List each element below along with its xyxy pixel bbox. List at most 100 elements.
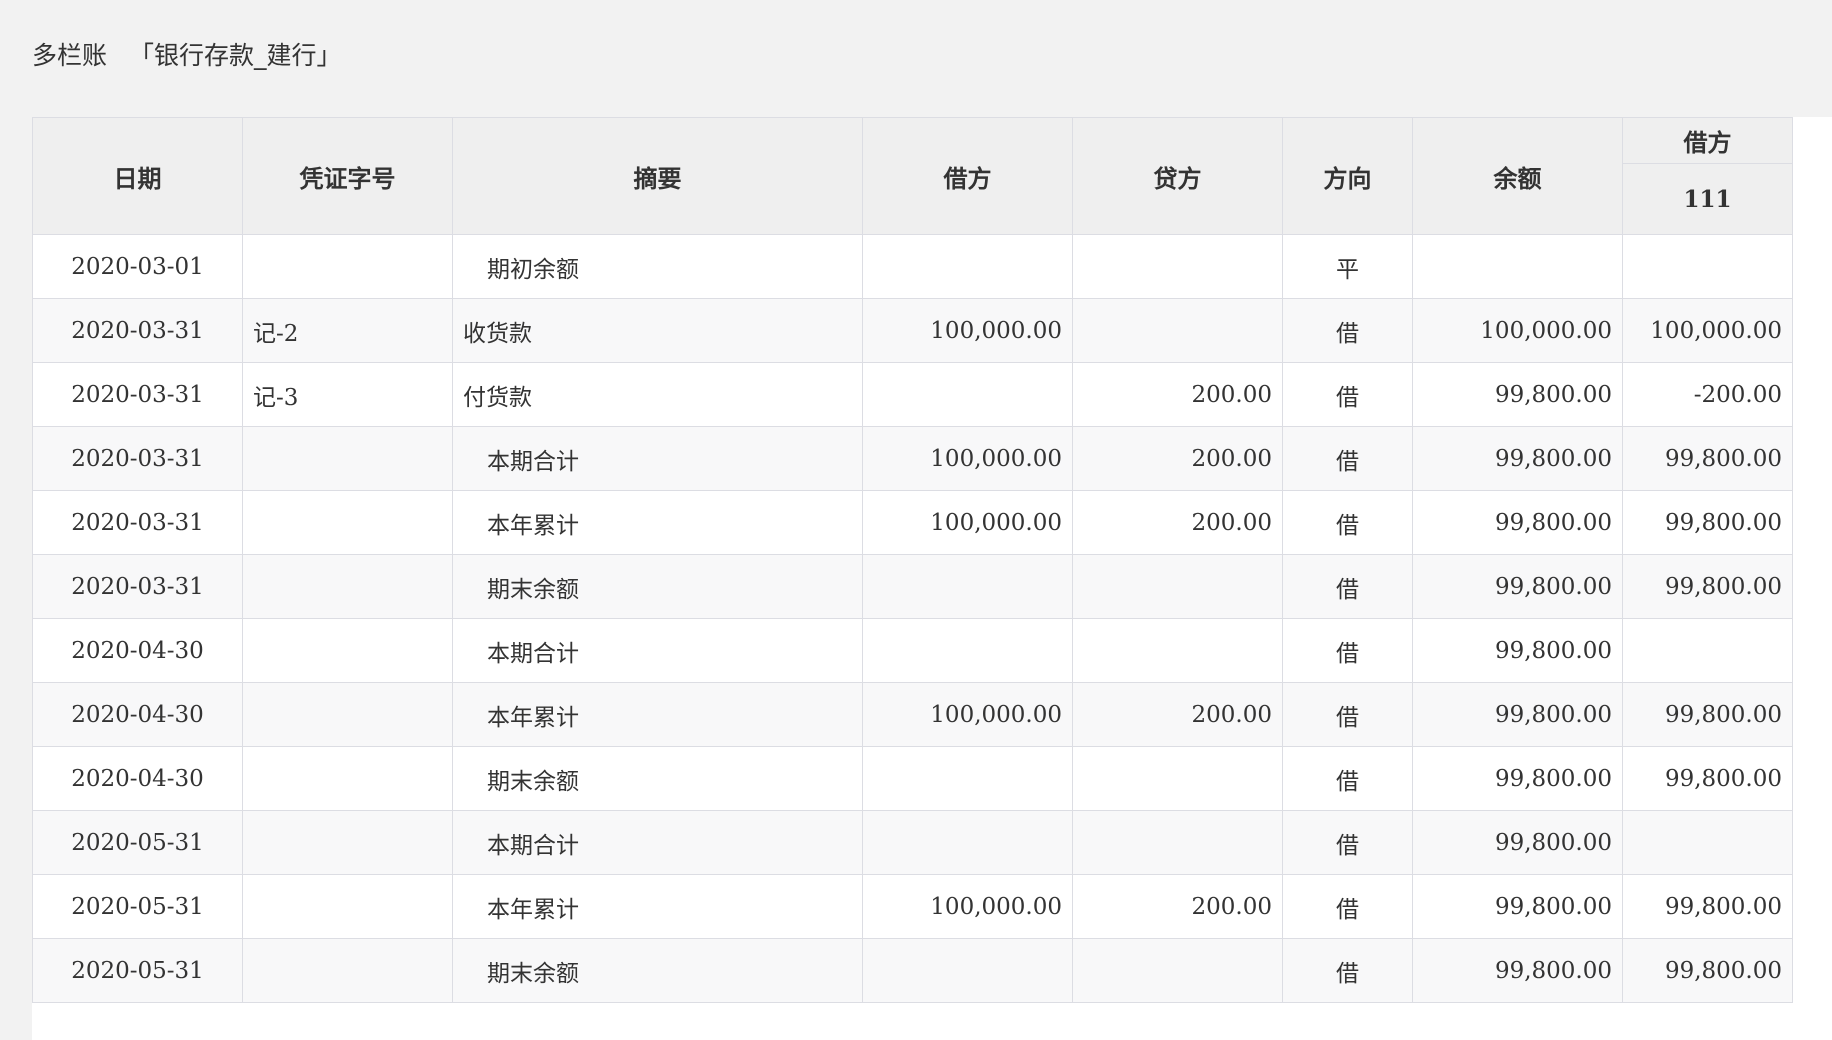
cell-111: -200.00 [1622, 362, 1793, 427]
cell-balance-text: 99,800.00 [1494, 573, 1612, 600]
table-row[interactable]: 2020-04-30 本期合计 借 99,800.00 [32, 618, 1793, 683]
cell-summary-text: 本年累计 [487, 896, 579, 923]
table-row[interactable]: 2020-05-31 期末余额 借 99,800.00 99,800.00 [32, 938, 1793, 1003]
cell-date: 2020-03-31 [32, 490, 243, 555]
cell-date-text: 2020-03-31 [71, 509, 204, 536]
table-row[interactable]: 2020-03-31 记-2 收货款 100,000.00 借 100,000.00 100… [32, 298, 1793, 363]
cell-summary: 期末余额 [452, 938, 863, 1003]
cell-credit [1072, 746, 1283, 811]
cell-balance-text: 99,800.00 [1494, 829, 1612, 856]
cell-date: 2020-03-01 [32, 234, 243, 299]
cell-date: 2020-05-31 [32, 874, 243, 939]
cell-direction: 借 [1282, 618, 1413, 683]
cell-111 [1622, 810, 1793, 875]
cell-balance: 99,800.00 [1412, 938, 1623, 1003]
cell-balance: 99,800.00 [1412, 490, 1623, 555]
cell-date: 2020-05-31 [32, 810, 243, 875]
cell-date-text: 2020-03-31 [71, 573, 204, 600]
cell-debit-text: 100,000.00 [930, 317, 1062, 344]
cell-111-text: 99,800.00 [1664, 957, 1782, 984]
table-row[interactable]: 2020-03-31 本期合计 100,000.00 200.00 借 99,800.00… [32, 426, 1793, 491]
col-group-header-debit[interactable]: 借方 [1622, 117, 1793, 164]
cell-balance-text: 99,800.00 [1494, 445, 1612, 472]
cell-date: 2020-05-31 [32, 938, 243, 1003]
cell-debit [862, 746, 1073, 811]
cell-balance-text: 99,800.00 [1494, 893, 1612, 920]
cell-debit: 100,000.00 [862, 298, 1073, 363]
cell-direction-text: 借 [1336, 832, 1359, 859]
cell-debit [862, 362, 1073, 427]
cell-voucher [242, 682, 453, 747]
cell-debit: 100,000.00 [862, 426, 1073, 491]
cell-credit: 200.00 [1072, 362, 1283, 427]
cell-direction-text: 借 [1336, 896, 1359, 923]
cell-balance-text: 99,800.00 [1494, 381, 1612, 408]
cell-voucher: 记-2 [242, 298, 453, 363]
col-header-summary[interactable]: 摘要 [452, 117, 863, 235]
cell-voucher [242, 490, 453, 555]
cell-summary-text: 本期合计 [487, 832, 579, 859]
cell-voucher-text: 记-2 [253, 320, 299, 347]
cell-summary: 本期合计 [452, 618, 863, 683]
cell-111 [1622, 234, 1793, 299]
cell-debit-text: 100,000.00 [930, 509, 1062, 536]
cell-balance: 100,000.00 [1412, 298, 1623, 363]
cell-debit-text: 100,000.00 [930, 893, 1062, 920]
cell-111-text: 99,800.00 [1664, 445, 1782, 472]
cell-direction-text: 借 [1336, 768, 1359, 795]
col-header-111[interactable]: 111 [1622, 163, 1793, 235]
table-row[interactable]: 2020-04-30 期末余额 借 99,800.00 99,800.00 [32, 746, 1793, 811]
cell-credit [1072, 234, 1283, 299]
cell-balance-text: 99,800.00 [1494, 701, 1612, 728]
cell-date-text: 2020-04-30 [71, 701, 204, 728]
cell-date-text: 2020-05-31 [71, 957, 204, 984]
cell-voucher [242, 554, 453, 619]
col-header-balance[interactable]: 余额 [1412, 117, 1623, 235]
col-header-voucher[interactable]: 凭证字号 [242, 117, 453, 235]
cell-direction-text: 借 [1336, 960, 1359, 987]
col-header-date[interactable]: 日期 [32, 117, 243, 235]
cell-debit-text: 100,000.00 [930, 701, 1062, 728]
cell-111: 99,800.00 [1622, 746, 1793, 811]
cell-direction-text: 借 [1336, 384, 1359, 411]
cell-direction: 借 [1282, 426, 1413, 491]
cell-date: 2020-04-30 [32, 682, 243, 747]
table-row[interactable]: 2020-03-01 期初余额 平 [32, 234, 1793, 299]
table-row[interactable]: 2020-03-31 本年累计 100,000.00 200.00 借 99,800.00… [32, 490, 1793, 555]
cell-direction: 借 [1282, 490, 1413, 555]
cell-direction-text: 借 [1336, 640, 1359, 667]
cell-balance-text: 99,800.00 [1494, 637, 1612, 664]
cell-date-text: 2020-04-30 [71, 637, 204, 664]
col-header-credit[interactable]: 贷方 [1072, 117, 1283, 235]
cell-111 [1622, 618, 1793, 683]
cell-credit: 200.00 [1072, 490, 1283, 555]
cell-summary-text: 期末余额 [487, 576, 579, 603]
table-row[interactable]: 2020-05-31 本期合计 借 99,800.00 [32, 810, 1793, 875]
table-row[interactable]: 2020-03-31 期末余额 借 99,800.00 99,800.00 [32, 554, 1793, 619]
cell-credit: 200.00 [1072, 682, 1283, 747]
cell-111: 99,800.00 [1622, 426, 1793, 491]
cell-direction: 借 [1282, 362, 1413, 427]
cell-111-text: -200.00 [1693, 381, 1782, 408]
table-row[interactable]: 2020-05-31 本年累计 100,000.00 200.00 借 99,800.00… [32, 874, 1793, 939]
cell-voucher [242, 618, 453, 683]
table-row[interactable]: 2020-04-30 本年累计 100,000.00 200.00 借 99,800.00… [32, 682, 1793, 747]
cell-date: 2020-03-31 [32, 298, 243, 363]
account-name: 「银行存款_建行」 [128, 41, 342, 70]
cell-summary: 期初余额 [452, 234, 863, 299]
col-header-debit[interactable]: 借方 [862, 117, 1073, 235]
cell-credit-text: 200.00 [1191, 701, 1272, 728]
cell-debit [862, 810, 1073, 875]
table-row[interactable]: 2020-03-31 记-3 付货款 200.00 借 99,800.00 -200.00 [32, 362, 1793, 427]
cell-balance-text: 100,000.00 [1480, 317, 1612, 344]
cell-direction-text: 借 [1336, 320, 1359, 347]
cell-debit: 100,000.00 [862, 490, 1073, 555]
cell-summary: 期末余额 [452, 554, 863, 619]
cell-111-text: 99,800.00 [1664, 893, 1782, 920]
cell-summary: 付货款 [452, 362, 863, 427]
cell-111: 99,800.00 [1622, 682, 1793, 747]
cell-direction-text: 借 [1336, 512, 1359, 539]
cell-date: 2020-04-30 [32, 746, 243, 811]
col-header-direction[interactable]: 方向 [1282, 117, 1413, 235]
cell-direction-text: 平 [1336, 256, 1359, 283]
